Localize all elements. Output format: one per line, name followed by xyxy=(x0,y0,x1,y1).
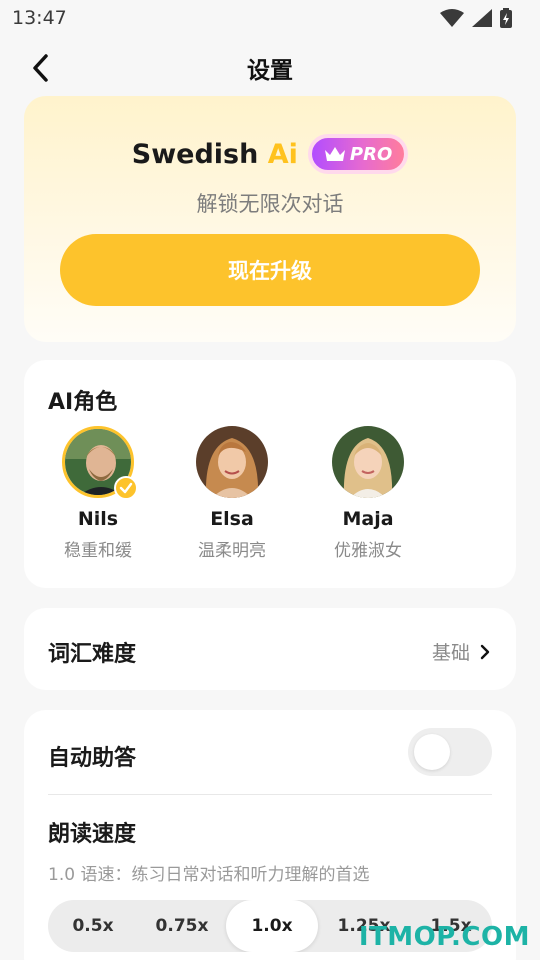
avatar-maja xyxy=(332,426,404,498)
role-desc: 稳重和缓 xyxy=(64,541,132,561)
chevron-right-icon xyxy=(480,644,490,659)
pro-title-main: Swedish xyxy=(131,138,268,170)
vocab-difficulty-row[interactable]: 词汇难度 基础 xyxy=(24,608,516,690)
chevron-left-icon xyxy=(33,54,48,82)
role-name: Maja xyxy=(342,508,394,530)
speed-option-0.5x[interactable]: 0.5x xyxy=(48,900,138,952)
signal-icon xyxy=(472,9,492,27)
selected-check-icon xyxy=(114,476,138,500)
role-nils[interactable]: Nils 稳重和缓 xyxy=(50,426,146,561)
back-button[interactable] xyxy=(22,50,58,86)
watermark: ITMOP.COM xyxy=(358,922,530,952)
auto-answer-title: 自动助答 xyxy=(48,746,137,771)
avatar-nils xyxy=(62,426,138,500)
pro-subtitle: 解锁无限次对话 xyxy=(196,192,344,216)
toggle-knob xyxy=(414,734,450,770)
reading-speed-description: 1.0 语速：练习日常对话和听力理解的首选 xyxy=(48,865,370,885)
role-name: Nils xyxy=(77,508,119,530)
ai-roles-title: AI角色 xyxy=(48,390,118,415)
vocab-value-label: 基础 xyxy=(431,642,470,664)
page-title: 设置 xyxy=(247,58,293,84)
pro-badge: PRO xyxy=(307,134,409,174)
pro-title: Swedish Ai xyxy=(132,139,298,170)
status-bar: 13:47 xyxy=(0,0,540,36)
wifi-icon xyxy=(440,9,464,27)
avatar-elsa xyxy=(196,426,268,498)
status-icons xyxy=(440,8,512,28)
pro-title-row: Swedish Ai PRO xyxy=(24,134,516,174)
role-name: Elsa xyxy=(210,508,254,530)
ai-roles-card: AI角色 Nils 稳重和缓 Elsa 温柔明亮 Maja 优雅淑女 xyxy=(24,360,516,588)
crown-icon xyxy=(324,147,345,161)
vocab-value: 基础 xyxy=(432,638,490,665)
upgrade-button[interactable]: 现在升级 xyxy=(60,234,480,306)
auto-answer-toggle[interactable] xyxy=(408,728,492,776)
role-elsa[interactable]: Elsa 温柔明亮 xyxy=(184,426,280,561)
role-desc: 温柔明亮 xyxy=(198,541,266,561)
pro-title-accent: Ai xyxy=(267,138,298,170)
header: 设置 xyxy=(0,40,540,96)
role-maja[interactable]: Maja 优雅淑女 xyxy=(320,426,416,561)
role-desc: 优雅淑女 xyxy=(334,541,402,561)
reading-speed-title: 朗读速度 xyxy=(48,822,137,847)
speed-option-1.0x[interactable]: 1.0x xyxy=(226,900,318,952)
vocab-title: 词汇难度 xyxy=(48,642,137,667)
pro-upgrade-card: Swedish Ai PRO 解锁无限次对话 现在升级 xyxy=(24,96,516,342)
battery-icon xyxy=(500,8,512,28)
divider xyxy=(48,794,492,795)
pro-badge-label: PRO xyxy=(349,143,393,165)
status-time: 13:47 xyxy=(12,7,67,29)
speed-option-0.75x[interactable]: 0.75x xyxy=(138,900,226,952)
